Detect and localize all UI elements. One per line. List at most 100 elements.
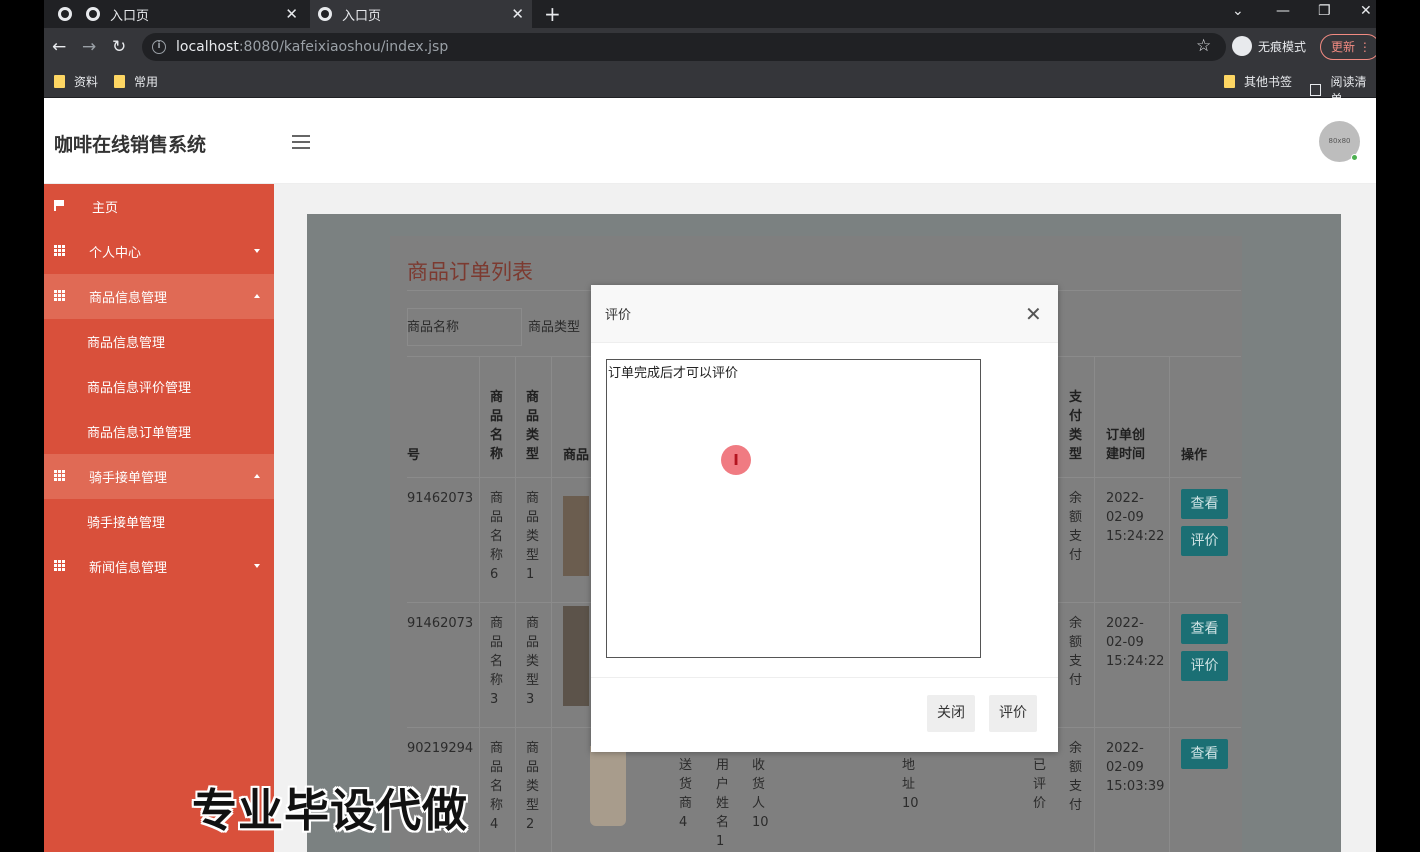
column-header: 商品类型	[526, 390, 540, 462]
sidebar-item-news[interactable]: 新闻信息管理	[44, 544, 274, 589]
incognito-indicator[interactable]: 无痕模式	[1232, 36, 1306, 56]
sidebar-item-label: 个人中心	[89, 246, 142, 261]
table-border	[1169, 356, 1170, 852]
close-icon[interactable]: ✕	[1025, 302, 1042, 326]
sidebar-item-label: 主页	[92, 201, 119, 216]
product-image	[563, 496, 589, 576]
search-label: 商品类型	[528, 320, 581, 335]
view-button[interactable]: 查看	[1181, 489, 1228, 519]
reload-icon[interactable]: ↻	[112, 37, 126, 57]
menu-toggle-icon[interactable]	[292, 135, 310, 149]
product-image	[590, 746, 626, 826]
grid-icon	[54, 470, 65, 481]
sidebar-item-personal[interactable]: 个人中心	[44, 229, 274, 274]
divider	[591, 677, 1058, 678]
column-header: 操作	[1181, 448, 1208, 463]
restore-button[interactable]: ❐	[1318, 3, 1331, 19]
flag-icon	[54, 200, 65, 211]
sidebar-item-rider[interactable]: 骑手接单管理	[44, 454, 274, 499]
forward-icon[interactable]: →	[82, 37, 96, 57]
browser-toolbar: ← → ↻ i localhost :8080/kafeixiaoshou/in…	[44, 28, 1376, 66]
review-button[interactable]: 评价	[1181, 526, 1228, 556]
folder-icon	[114, 75, 125, 88]
close-button[interactable]: 关闭	[927, 695, 975, 732]
order-id: 91462073	[407, 491, 474, 506]
grid-icon	[54, 290, 65, 301]
online-status-dot	[1351, 154, 1358, 161]
reading-list-icon	[1310, 84, 1322, 96]
pay-type: 余额支付	[1069, 741, 1083, 813]
sidebar-subitem-product[interactable]: 商品信息管理	[44, 319, 274, 364]
sidebar-item-label: 商品信息管理	[89, 291, 168, 306]
sidebar: 主页 个人中心 商品信息管理 商品信息管理 商品信息评价管理 商品信息订单管理 …	[44, 184, 274, 852]
review-textarea[interactable]: 订单完成后才可以评价	[606, 359, 981, 658]
view-button[interactable]: 查看	[1181, 739, 1228, 769]
column-header: 号	[407, 448, 421, 463]
order-id: 90219294	[407, 741, 474, 756]
update-button[interactable]: 更新 ⋮	[1320, 34, 1376, 60]
view-button[interactable]: 查看	[1181, 614, 1228, 644]
supplier: 送货商4	[679, 758, 693, 830]
pay-type: 余额支付	[1069, 616, 1083, 688]
bookmark-folder[interactable]: 资料	[54, 73, 98, 90]
table-border	[515, 356, 516, 852]
update-label: 更新	[1331, 40, 1356, 54]
sidebar-subitem-product-review[interactable]: 商品信息评价管理	[44, 364, 274, 409]
grid-icon	[54, 245, 65, 256]
sidebar-item-label: 骑手接单管理	[89, 471, 168, 486]
caret-up-icon	[254, 294, 260, 298]
modal-header: 评价 ✕	[591, 285, 1058, 343]
order-id: 91462073	[407, 616, 474, 631]
watermark: 专业毕设代做	[192, 784, 469, 837]
pay-type: 余额支付	[1069, 491, 1083, 563]
bookmark-label: 常用	[134, 75, 159, 89]
sidebar-item-product[interactable]: 商品信息管理	[44, 274, 274, 319]
browser-tab-active[interactable]: 入口页 ✕	[310, 0, 532, 28]
address-bar[interactable]: i localhost :8080/kafeixiaoshou/index.js…	[142, 33, 1226, 61]
review-button[interactable]: 评价	[1181, 651, 1228, 681]
bookmark-label: 其他书签	[1244, 75, 1293, 89]
column-header: 订单创建时间	[1106, 428, 1146, 462]
bookmark-star-icon[interactable]: ☆	[1196, 36, 1211, 56]
back-icon[interactable]: ←	[52, 37, 66, 57]
browser-tab[interactable]: 入口页 ✕	[50, 0, 306, 28]
sidebar-item-home[interactable]: 主页	[44, 184, 274, 229]
tab-title: 入口页	[110, 8, 150, 24]
user-name: 用户姓名1	[716, 758, 730, 849]
column-header: 支付类型	[1069, 390, 1083, 462]
url-path: :8080/kafeixiaoshou/index.jsp	[238, 39, 449, 55]
close-window-button[interactable]: ✕	[1360, 3, 1372, 19]
text-cursor-icon: I	[721, 445, 751, 475]
other-bookmarks[interactable]: 其他书签	[1224, 73, 1292, 90]
page-title: 商品订单列表	[407, 260, 533, 284]
sidebar-subitem-rider[interactable]: 骑手接单管理	[44, 499, 274, 544]
address: 地址10	[902, 758, 919, 811]
sidebar-subitem-product-order[interactable]: 商品信息订单管理	[44, 409, 274, 454]
minimize-button[interactable]: —	[1276, 3, 1290, 19]
incognito-icon	[1232, 36, 1252, 56]
product-type: 商品类型2	[526, 741, 540, 832]
product-name: 商品名称3	[490, 616, 504, 707]
caret-up-icon	[254, 474, 260, 478]
app-header: 咖啡在线销售系统 80x80	[44, 98, 1376, 184]
globe-icon	[318, 7, 332, 21]
close-tab-icon[interactable]: ✕	[285, 5, 298, 23]
site-info-icon[interactable]: i	[152, 40, 166, 54]
table-border	[1094, 356, 1095, 852]
review-status: 已评价	[1033, 758, 1047, 811]
product-type: 商品类型3	[526, 616, 540, 707]
grid-icon	[54, 560, 65, 571]
submit-review-button[interactable]: 评价	[989, 695, 1037, 732]
bookmark-label: 资料	[74, 75, 99, 89]
tab-search-icon[interactable]: ⌄	[1232, 3, 1244, 19]
new-tab-button[interactable]: +	[544, 2, 561, 26]
url-host: localhost	[176, 39, 239, 55]
globe-icon	[86, 7, 100, 21]
incognito-label: 无痕模式	[1258, 39, 1307, 54]
table-border	[479, 356, 480, 852]
column-header: 商品	[563, 448, 590, 463]
bookmark-folder[interactable]: 常用	[114, 73, 158, 90]
folder-icon	[54, 75, 65, 88]
tab-title: 入口页	[342, 8, 382, 24]
close-tab-icon[interactable]: ✕	[511, 5, 524, 23]
